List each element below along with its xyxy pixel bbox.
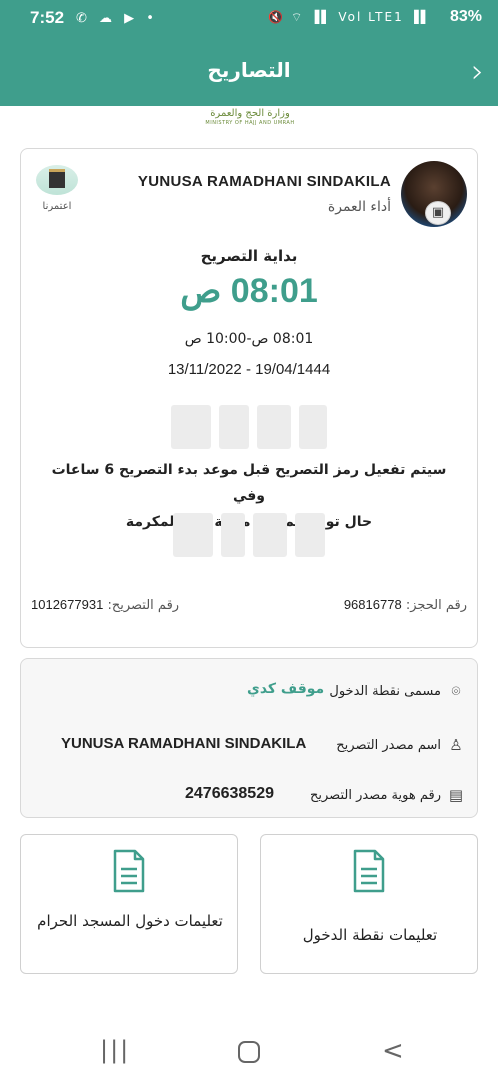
start-time: 08:01 ص bbox=[180, 272, 318, 310]
qr-placeholder-top bbox=[171, 405, 327, 451]
permit-number-value: 1012677931 bbox=[31, 597, 104, 612]
kaaba-logo-icon bbox=[36, 165, 78, 195]
issuer-row: ♙ اسم مصدر التصريح bbox=[336, 733, 465, 757]
app-header: 7:52 ✆ ☁ ▶ • 🔇 ⌔ ▐▌ Vol LTE1 ▐▌ 83% التص… bbox=[0, 0, 498, 106]
issuer-id-label: رقم هوية مصدر التصريح bbox=[310, 787, 441, 803]
date-range: 13/11/2022 - 19/04/1444 bbox=[167, 361, 331, 378]
issuer-id-row: ▤ رقم هوية مصدر التصريح bbox=[310, 783, 465, 807]
entry-point-instructions-label: تعليمات نقطة الدخول bbox=[302, 926, 438, 944]
entry-point-label: مسمى نقطة الدخول bbox=[329, 683, 441, 699]
back-chevron-icon[interactable]: › bbox=[471, 52, 484, 90]
permit-card: ▣ YUNUSA RAMADHANI SINDAKILA أداء العمرة… bbox=[20, 148, 478, 648]
holder-name: YUNUSA RAMADHANI SINDAKILA bbox=[137, 173, 391, 190]
user-icon: ♙ bbox=[449, 736, 463, 754]
kaaba-badge-icon: ▣ bbox=[425, 201, 451, 225]
app-logo-label: اعتمرنا bbox=[42, 201, 72, 212]
document-icon bbox=[353, 849, 385, 893]
avatar: ▣ bbox=[401, 161, 467, 227]
time-range: 08:01 ص-10:00 ص bbox=[184, 331, 314, 347]
issuer-id-value: 2476638529 bbox=[185, 785, 274, 802]
start-label: بداية التصريح bbox=[200, 247, 298, 265]
signal-icons: 🔇 ⌔ ▐▌ Vol LTE1 ▐▌ bbox=[268, 10, 432, 24]
entry-info-card: ⌾ مسمى نقطة الدخول موقف كدي ♙ اسم مصدر ا… bbox=[20, 658, 478, 818]
issuer-label: اسم مصدر التصريح bbox=[336, 737, 441, 753]
entry-point-instructions-button[interactable]: تعليمات نقطة الدخول bbox=[260, 834, 478, 974]
home-icon[interactable] bbox=[238, 1041, 260, 1063]
haram-entry-instructions-label: تعليمات دخول المسجد الحرام bbox=[37, 912, 223, 930]
notification-icons: ✆ ☁ ▶ • bbox=[76, 11, 158, 26]
recents-icon[interactable]: ||| bbox=[100, 1036, 130, 1064]
location-pin-icon: ⌾ bbox=[451, 682, 461, 700]
haram-entry-instructions-button[interactable]: تعليمات دخول المسجد الحرام bbox=[20, 834, 238, 974]
system-nav-bar: ||| < bbox=[0, 1022, 498, 1080]
ministry-name-ar: وزارة الحج والعمرة bbox=[210, 108, 290, 119]
permit-number: رقم التصريح: 1012677931 bbox=[31, 597, 179, 613]
entry-point-value: موقف كدي bbox=[247, 681, 325, 697]
qr-placeholder-bottom bbox=[171, 513, 327, 559]
document-icon bbox=[113, 849, 145, 893]
battery-level: 83% bbox=[449, 8, 482, 25]
ministry-name-en: MINISTRY OF HAJJ AND UMRAH bbox=[205, 120, 295, 126]
id-card-icon: ▤ bbox=[448, 786, 464, 804]
entry-point-row: ⌾ مسمى نقطة الدخول bbox=[329, 679, 465, 703]
status-bar: 7:52 ✆ ☁ ▶ • 🔇 ⌔ ▐▌ Vol LTE1 ▐▌ 83% bbox=[0, 0, 498, 38]
app-logo: اعتمرنا bbox=[31, 165, 83, 221]
booking-number: رقم الحجز: 96816778 bbox=[344, 597, 467, 613]
status-time: 7:52 bbox=[30, 8, 65, 27]
booking-number-label: رقم الحجز: bbox=[405, 598, 467, 613]
booking-number-value: 96816778 bbox=[343, 597, 402, 612]
ministry-logo: وزارة الحج والعمرة MINISTRY OF HAJJ AND … bbox=[190, 108, 310, 130]
issuer-value: YUNUSA RAMADHANI SINDAKILA bbox=[61, 735, 307, 752]
page-title: التصاريح bbox=[207, 58, 291, 82]
back-icon[interactable]: < bbox=[382, 1036, 404, 1066]
permit-type: أداء العمرة bbox=[327, 199, 391, 215]
activation-line-1: سيتم تفعيل رمز التصريح قبل موعد بدء التص… bbox=[51, 462, 447, 504]
permit-number-label: رقم التصريح: bbox=[107, 598, 180, 613]
